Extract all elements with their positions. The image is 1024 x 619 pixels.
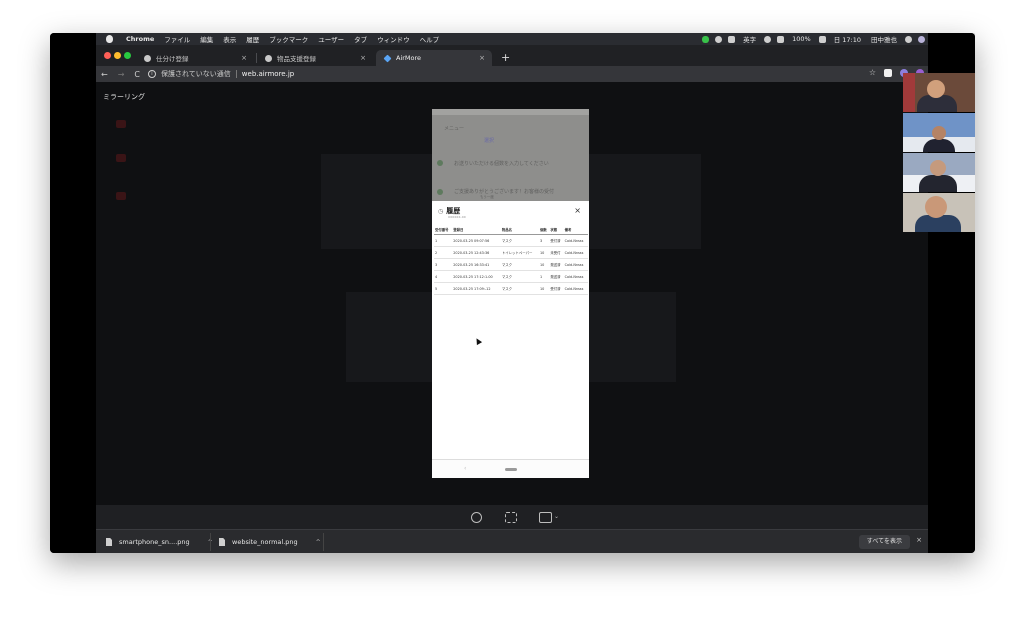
url-text[interactable]: web.airmore.jp bbox=[242, 70, 294, 78]
menu-file[interactable]: ファイル bbox=[164, 34, 190, 44]
table-row[interactable]: 5 2020-03-25 17:09:-12 マスク 10 受付済 Cold-N… bbox=[434, 282, 588, 295]
menubar-user[interactable]: 田中雅也 bbox=[871, 34, 897, 44]
menu-bookmarks[interactable]: ブックマーク bbox=[269, 34, 308, 44]
download-item[interactable]: website_normal.png ^ bbox=[219, 534, 321, 550]
download-shelf: smartphone_sn....png ^ website_normal.pn… bbox=[96, 529, 928, 553]
close-icon[interactable]: × bbox=[574, 206, 581, 215]
history-table: 受付番号 登録日 物品名 個数 状態 備考 1 2020-03-25 09:07… bbox=[434, 225, 588, 295]
phone-home-indicator[interactable] bbox=[505, 468, 517, 471]
input-source-icon[interactable] bbox=[728, 35, 736, 43]
mirroring-controls: ⌄ bbox=[96, 505, 928, 529]
file-icon bbox=[106, 538, 112, 546]
menu-chrome[interactable]: Chrome bbox=[126, 35, 154, 43]
battery-percent[interactable]: 100% bbox=[792, 35, 811, 43]
tab-close-icon[interactable]: × bbox=[241, 54, 247, 62]
headphones-icon[interactable] bbox=[715, 35, 723, 43]
close-download-shelf-icon[interactable]: × bbox=[916, 536, 922, 544]
menu-edit[interactable]: 編集 bbox=[200, 34, 213, 44]
download-filename: smartphone_sn....png bbox=[119, 538, 190, 546]
tab-close-icon[interactable]: × bbox=[479, 54, 485, 62]
security-status: 保護されていない通信 bbox=[161, 70, 231, 78]
history-sheet: ◷ 履歴 xxxxxx-xx × 受付番号 登録日 物品名 個数 状態 備考 1… bbox=[432, 201, 589, 478]
forward-button[interactable]: → bbox=[118, 70, 125, 79]
user-icon bbox=[437, 189, 443, 195]
reload-button[interactable]: C bbox=[134, 70, 140, 79]
tab-sorting-registration[interactable]: 仕分け登録 × bbox=[136, 50, 254, 66]
show-all-downloads-button[interactable]: すべてを表示 bbox=[858, 535, 910, 549]
table-row[interactable]: 3 2020-03-25 16:33:41 マスク 10 発送済 Cold-Nn… bbox=[434, 258, 588, 271]
globe-icon bbox=[265, 54, 272, 62]
volume-icon[interactable] bbox=[777, 35, 785, 43]
fullscreen-icon[interactable] bbox=[505, 512, 517, 523]
menu-help[interactable]: ヘルプ bbox=[420, 34, 440, 44]
mac-menubar: Chrome ファイル 編集 表示 履歴 ブックマーク ユーザー タブ ウィンド… bbox=[96, 33, 928, 45]
phone-tab: 選択 bbox=[484, 138, 495, 144]
phone-dimmed-background: メニュー 選択 お送りいただける個数を入力してください ご支援ありがとうございま… bbox=[432, 109, 589, 201]
sheet-subtitle: xxxxxx-xx bbox=[448, 215, 466, 219]
input-source-label[interactable]: 英字 bbox=[743, 34, 756, 44]
apple-icon[interactable] bbox=[106, 35, 113, 43]
chevron-down-icon[interactable]: ⌄ bbox=[554, 513, 559, 520]
phone-message: ご支援ありがとうございます！お客様の受付 bbox=[454, 189, 555, 195]
phone-navigation-bar: ‹ bbox=[432, 459, 589, 478]
file-icon bbox=[219, 538, 225, 546]
participant-video bbox=[903, 113, 975, 152]
window-zoom-button[interactable] bbox=[124, 52, 131, 59]
download-item[interactable]: smartphone_sn....png ^ bbox=[106, 534, 213, 550]
tab-airmore[interactable]: AirMore × bbox=[376, 50, 492, 66]
participant-video bbox=[903, 193, 975, 232]
info-icon[interactable]: i bbox=[148, 70, 156, 78]
tab-close-icon[interactable]: × bbox=[360, 54, 366, 62]
screen: Chrome ファイル 編集 表示 履歴 ブックマーク ユーザー タブ ウィンド… bbox=[96, 33, 928, 553]
page-title: ミラーリング bbox=[103, 93, 145, 101]
table-row[interactable]: 2 2020-03-25 12:43:36 トイレットペーパー 10 未受付 C… bbox=[434, 246, 588, 259]
phone-header: メニュー bbox=[444, 126, 465, 132]
menu-view[interactable]: 表示 bbox=[223, 34, 236, 44]
menu-history[interactable]: 履歴 bbox=[246, 34, 259, 44]
chevron-up-icon[interactable]: ^ bbox=[316, 539, 321, 546]
table-row[interactable]: 4 2020-03-25 17:12:1-00 マスク 1 発送済 Cold-N… bbox=[434, 270, 588, 283]
menu-users[interactable]: ユーザー bbox=[318, 34, 344, 44]
window-close-button[interactable] bbox=[104, 52, 111, 59]
line-app-icon[interactable] bbox=[702, 35, 710, 43]
page-content: ミラーリング メニュー 選択 お送りいただける個数を入力してください ご支援あり… bbox=[96, 82, 928, 505]
menubar-clock[interactable]: 日 17:10 bbox=[834, 34, 861, 44]
app-window: Chrome ファイル 編集 表示 履歴 ブックマーク ユーザー タブ ウィンド… bbox=[50, 33, 975, 553]
phone-message: もう一度 bbox=[480, 195, 494, 199]
wifi-icon[interactable] bbox=[764, 35, 772, 43]
screenshot-camera-icon[interactable] bbox=[471, 512, 482, 523]
participant-video bbox=[903, 153, 975, 192]
battery-icon[interactable] bbox=[818, 35, 826, 43]
back-button[interactable]: ← bbox=[101, 70, 108, 79]
menu-window[interactable]: ウィンドウ bbox=[377, 34, 410, 44]
menu-tab[interactable]: タブ bbox=[354, 34, 367, 44]
siri-icon[interactable] bbox=[918, 35, 925, 43]
airmore-icon bbox=[383, 54, 392, 62]
extension-icon[interactable] bbox=[884, 69, 892, 77]
table-row[interactable]: 1 2020-03-25 09:07:56 マスク 3 受付済 Coid-Nns… bbox=[434, 234, 588, 247]
download-filename: website_normal.png bbox=[232, 538, 298, 546]
participant-video bbox=[903, 73, 975, 112]
clock-icon: ◷ bbox=[438, 207, 444, 215]
window-minimize-button[interactable] bbox=[114, 52, 121, 59]
phone-back-icon[interactable]: ‹ bbox=[464, 465, 466, 472]
globe-icon bbox=[144, 54, 151, 62]
cast-screen-icon[interactable] bbox=[539, 512, 552, 523]
phone-mirror[interactable]: メニュー 選択 お送りいただける個数を入力してください ご支援ありがとうございま… bbox=[432, 109, 589, 478]
address-bar[interactable]: i 保護されていない通信 web.airmore.jp bbox=[148, 68, 294, 80]
bookmark-star-icon[interactable]: ☆ bbox=[869, 69, 876, 77]
phone-message: お送りいただける個数を入力してください bbox=[454, 161, 549, 167]
tab-goods-support[interactable]: 物品支援登録 × bbox=[257, 50, 373, 66]
new-tab-button[interactable]: + bbox=[501, 51, 510, 64]
user-icon bbox=[437, 160, 443, 166]
tab-strip: 仕分け登録 × 物品支援登録 × AirMore × + bbox=[96, 45, 928, 66]
table-header-row: 受付番号 登録日 物品名 個数 状態 備考 bbox=[434, 225, 588, 235]
browser-toolbar: ← → C i 保護されていない通信 web.airmore.jp ☆ bbox=[96, 66, 928, 82]
spotlight-search-icon[interactable] bbox=[905, 35, 912, 43]
